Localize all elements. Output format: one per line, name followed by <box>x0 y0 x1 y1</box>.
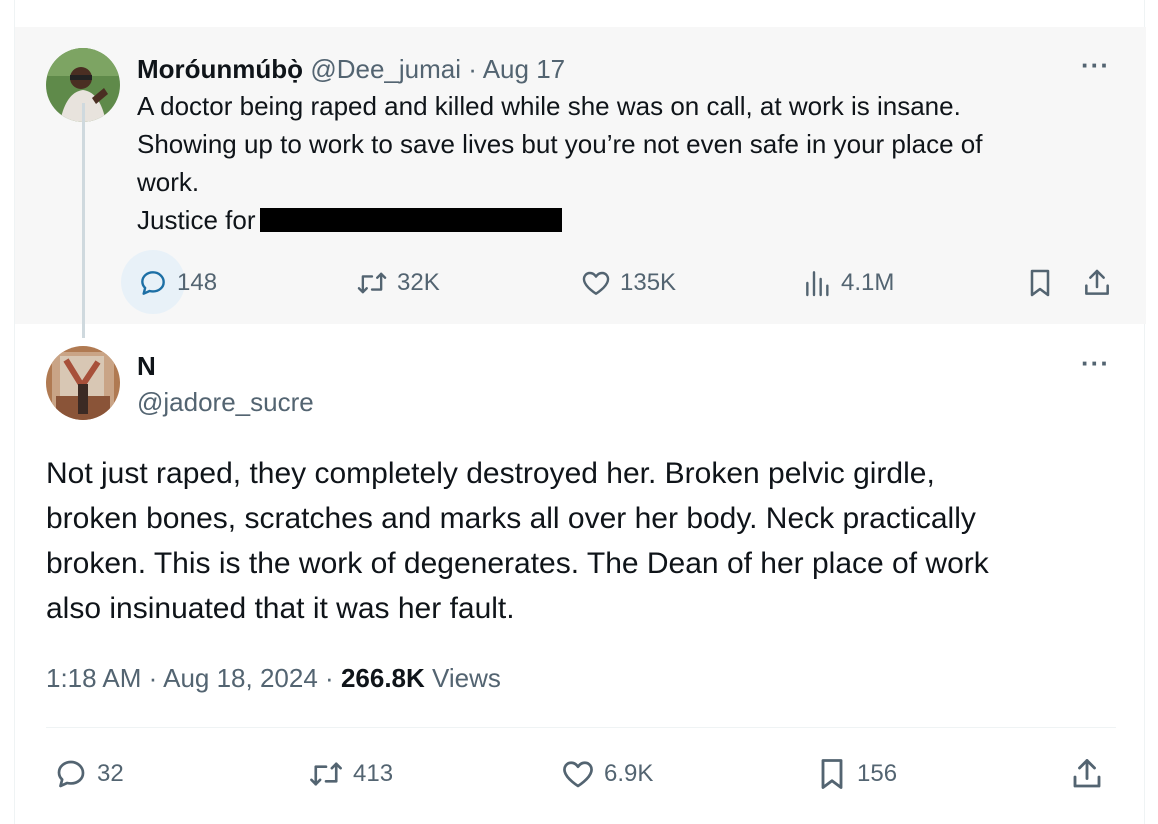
parent-text-justice: Justice for <box>137 205 256 235</box>
parent-views-button[interactable]: 4.1M <box>803 263 894 303</box>
repost-icon <box>357 272 387 294</box>
share-icon <box>1073 759 1101 788</box>
parent-repost-count: 32K <box>397 269 440 296</box>
share-icon <box>1085 269 1109 295</box>
parent-share-button[interactable] <box>1081 263 1113 303</box>
parent-separator: · <box>468 54 477 84</box>
main-share-button[interactable] <box>1069 754 1105 794</box>
main-bookmark-count: 156 <box>857 760 898 787</box>
main-reply-button[interactable]: 32 <box>53 754 124 794</box>
main-like-count: 6.9K <box>604 760 654 787</box>
main-repost-button[interactable]: 413 <box>307 754 393 794</box>
reply-icon <box>141 271 165 295</box>
bookmark-icon <box>821 759 843 789</box>
views-count[interactable]: 266.8K <box>341 663 425 693</box>
parent-text-line: Showing up to work to save lives but you… <box>137 129 983 159</box>
heart-icon <box>582 271 610 295</box>
main-repost-count: 413 <box>353 760 394 787</box>
tweet-time[interactable]: 1:18 AM <box>46 663 141 693</box>
tweet-date[interactable]: Aug 18, 2024 <box>163 663 318 693</box>
parent-more-icon[interactable]: ··· <box>1081 52 1110 78</box>
main-text-line: broken. This is the work of degenerates.… <box>46 547 989 580</box>
tweet-thread: Moróunmúbọ̀ @Dee_jumai · Aug 17 ··· A do… <box>14 0 1146 824</box>
parent-tweet-header: Moróunmúbọ̀ @Dee_jumai · Aug 17 <box>137 52 565 86</box>
main-display-name[interactable]: N <box>137 350 156 382</box>
parent-views-count: 4.1M <box>841 269 895 296</box>
main-text-line: also insinuated that it was her fault. <box>46 592 515 625</box>
thread-connector-line <box>82 103 85 338</box>
parent-reply-count: 148 <box>177 269 218 296</box>
meta-separator: · <box>148 663 158 693</box>
main-text-line: Not just raped, they completely destroye… <box>46 457 935 490</box>
heart-icon <box>563 761 593 788</box>
parent-text-line: Justice for <box>137 201 1097 239</box>
parent-bookmark-button[interactable] <box>1025 263 1055 303</box>
main-tweet-text: Not just raped, they completely destroye… <box>46 451 1116 631</box>
parent-repost-button[interactable]: 32K <box>355 263 440 303</box>
divider <box>46 727 1116 728</box>
meta-separator: · <box>325 663 334 693</box>
reply-icon <box>57 760 85 788</box>
parent-display-name[interactable]: Moróunmúbọ̀ <box>137 54 303 84</box>
main-avatar[interactable] <box>46 346 120 420</box>
parent-like-button[interactable]: 135K <box>580 263 676 303</box>
parent-tweet[interactable]: Moróunmúbọ̀ @Dee_jumai · Aug 17 ··· A do… <box>15 27 1146 324</box>
main-bookmark-button[interactable]: 156 <box>815 754 897 794</box>
parent-reply-button[interactable]: 148 <box>137 263 217 303</box>
parent-text-line: work. <box>137 167 200 197</box>
main-handle[interactable]: @jadore_sucre <box>137 386 314 418</box>
parent-like-count: 135K <box>620 269 677 296</box>
parent-date[interactable]: Aug 17 <box>483 54 565 84</box>
parent-tweet-text: A doctor being raped and killed while sh… <box>137 87 1097 239</box>
parent-handle[interactable]: @Dee_jumai <box>310 54 461 84</box>
tweet-meta: 1:18 AM · Aug 18, 2024 · 266.8K Views <box>46 661 501 695</box>
views-label: Views <box>432 663 501 693</box>
main-reply-count: 32 <box>97 760 124 787</box>
main-like-button[interactable]: 6.9K <box>560 754 653 794</box>
repost-icon <box>310 762 342 786</box>
analytics-icon <box>806 271 829 297</box>
bookmark-icon <box>1030 269 1050 297</box>
main-text-line: broken bones, scratches and marks all ov… <box>46 502 976 535</box>
redaction-bar <box>259 208 562 232</box>
main-more-icon[interactable]: ··· <box>1081 350 1110 376</box>
parent-text-line: A doctor being raped and killed while sh… <box>137 91 961 121</box>
